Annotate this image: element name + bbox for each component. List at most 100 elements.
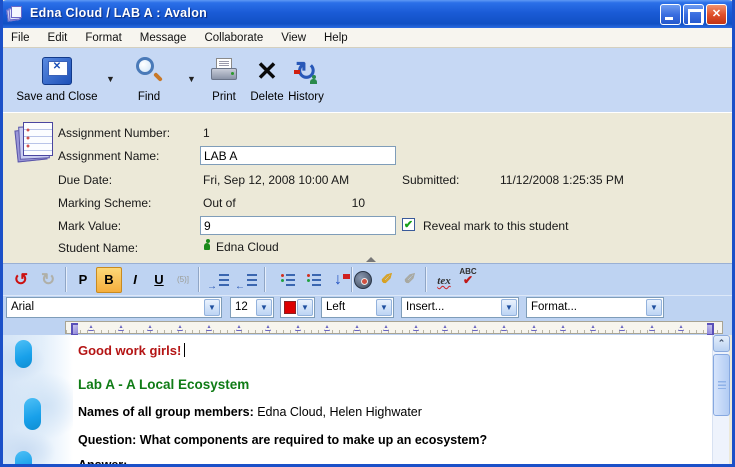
close-button[interactable]: ✕ [706, 4, 727, 25]
decoration-capsule [24, 398, 41, 430]
ruler-tab-marker-icon[interactable] [383, 325, 389, 331]
ruler-tab-marker-icon[interactable] [649, 325, 655, 331]
menu-format[interactable]: Format [76, 28, 130, 48]
minimize-button[interactable] [660, 4, 681, 25]
menu-view[interactable]: View [272, 28, 315, 48]
quote-style-button[interactable] [275, 267, 301, 293]
underline-button[interactable]: U [146, 267, 172, 293]
ruler-tab-marker-icon[interactable] [177, 325, 183, 331]
marking-scheme-type: Out of [203, 196, 236, 210]
find-button[interactable]: Find [125, 52, 173, 103]
app-window: Edna Cloud / LAB A : Avalon ✕ File Edit … [0, 0, 735, 467]
scroll-up-button[interactable]: ⌃ [713, 335, 730, 352]
assignment-name-input[interactable] [200, 146, 396, 165]
assignment-notes-icon [16, 121, 56, 163]
quote-list-icon [281, 274, 295, 286]
delete-x-icon: ✕ [256, 58, 278, 84]
undo-icon: ↺ [14, 270, 28, 289]
title-bar[interactable]: Edna Cloud / LAB A : Avalon ✕ [0, 0, 735, 28]
student-name-value[interactable]: Edna Cloud [216, 240, 279, 254]
stationery-background [3, 335, 73, 464]
maximize-button[interactable] [683, 4, 704, 25]
ruler-tab-marker-icon[interactable] [206, 325, 212, 331]
document-editor[interactable]: Good work girls! Lab A - A Local Ecosyst… [3, 335, 712, 464]
ruler-tab-marker-icon[interactable] [619, 325, 625, 331]
ruler[interactable] [65, 321, 723, 334]
link-button[interactable] [350, 267, 376, 293]
window-notes-icon [7, 6, 23, 22]
ruler-tab-marker-icon[interactable] [88, 325, 94, 331]
ruler-tab-marker-icon[interactable] [560, 325, 566, 331]
mark-value-input[interactable] [200, 216, 396, 235]
font-color-select[interactable]: ▼ [280, 297, 315, 318]
indent-decrease-button[interactable]: ← [234, 267, 260, 293]
find-dropdown-arrow-icon[interactable]: ▼ [187, 74, 196, 84]
paragraph-style-button[interactable] [301, 267, 327, 293]
menu-collaborate[interactable]: Collaborate [195, 28, 272, 48]
indent-decrease-icon [243, 274, 257, 286]
save-dropdown-arrow-icon[interactable]: ▼ [106, 74, 115, 84]
ruler-tab-marker-icon[interactable] [118, 325, 124, 331]
font-toolbar: Arial ▼ 12 ▼ ▼ Left ▼ Insert... ▼ Format… [3, 295, 732, 319]
ruler-tab-marker-icon[interactable] [354, 325, 360, 331]
bold-button[interactable]: B [96, 267, 122, 293]
fixed-size-button[interactable]: (5)] [170, 267, 196, 293]
font-size-select[interactable]: 12 ▼ [230, 297, 274, 318]
menu-edit[interactable]: Edit [39, 28, 77, 48]
paragraph-list-icon [307, 274, 321, 286]
print-button[interactable]: Print [203, 52, 245, 103]
ruler-tab-marker-icon[interactable] [472, 325, 478, 331]
scrollbar-grip-icon [718, 381, 726, 389]
format-painter-disabled-button[interactable]: ✐ [397, 267, 423, 293]
reveal-mark-checkbox[interactable]: ✔ [402, 218, 415, 231]
menu-help[interactable]: Help [315, 28, 357, 48]
undo-button[interactable]: ↺ [8, 267, 34, 293]
ruler-tab-marker-icon[interactable] [678, 325, 684, 331]
eyedropper-gray-icon: ✐ [404, 271, 417, 288]
delete-button[interactable]: ✕ Delete [246, 52, 288, 103]
plain-style-button[interactable]: P [70, 267, 96, 293]
chevron-down-icon: ▼ [501, 299, 517, 316]
ruler-tab-marker-icon[interactable] [147, 325, 153, 331]
marking-scheme-value: 10 [333, 196, 365, 210]
scrollbar-thumb[interactable] [713, 354, 730, 416]
indent-increase-button[interactable]: → [206, 267, 232, 293]
print-icon [209, 58, 239, 84]
format-select[interactable]: Format... ▼ [526, 297, 664, 318]
font-family-value: Arial [11, 301, 34, 313]
menu-file[interactable]: File [3, 28, 39, 48]
ruler-tab-marker-icon[interactable] [590, 325, 596, 331]
insert-select[interactable]: Insert... ▼ [401, 297, 519, 318]
format-value: Format... [531, 301, 577, 313]
save-and-close-button[interactable]: Save and Close [9, 52, 105, 103]
history-button[interactable]: ↻ History [283, 52, 329, 103]
alignment-select[interactable]: Left ▼ [321, 297, 394, 318]
ruler-tab-marker-icon[interactable] [442, 325, 448, 331]
find-icon [133, 55, 165, 87]
ruler-tab-marker-icon[interactable] [295, 325, 301, 331]
ruler-tab-marker-icon[interactable] [265, 325, 271, 331]
panel-collapse-handle-icon[interactable] [366, 257, 376, 262]
document-heading: Lab A - A Local Ecosystem [78, 377, 249, 392]
teacher-comment: Good work girls! [78, 343, 185, 358]
ruler-tab-marker-icon[interactable] [324, 325, 330, 331]
ruler-tab-marker-icon[interactable] [413, 325, 419, 331]
ruler-tab-marker-icon[interactable] [531, 325, 537, 331]
font-family-select[interactable]: Arial ▼ [6, 297, 222, 318]
menu-message[interactable]: Message [131, 28, 196, 48]
spellcheck-as-you-type-button[interactable]: tex [431, 267, 457, 293]
ruler-tab-marker-icon[interactable] [501, 325, 507, 331]
insert-down-button[interactable]: ↓ [325, 267, 351, 293]
eyedropper-icon: ✐ [381, 271, 394, 288]
vertical-scrollbar[interactable]: ⌃ [712, 335, 729, 464]
history-icon: ↻ [291, 56, 321, 86]
reveal-mark-label: Reveal mark to this student [423, 219, 568, 233]
spellcheck-button[interactable]: ABC✔ [455, 267, 481, 293]
ruler-tab-marker-icon[interactable] [236, 325, 242, 331]
redo-button[interactable]: ↺ [35, 267, 61, 293]
formatting-toolbar: ↺ ↺ P B I U (5)] → ← ↓ ✐ ✐ tex ABC✔ [3, 263, 732, 295]
decoration-capsule [15, 340, 32, 368]
down-arrow-icon: ↓ [334, 271, 342, 288]
text-cursor [184, 343, 185, 357]
italic-button[interactable]: I [122, 267, 148, 293]
